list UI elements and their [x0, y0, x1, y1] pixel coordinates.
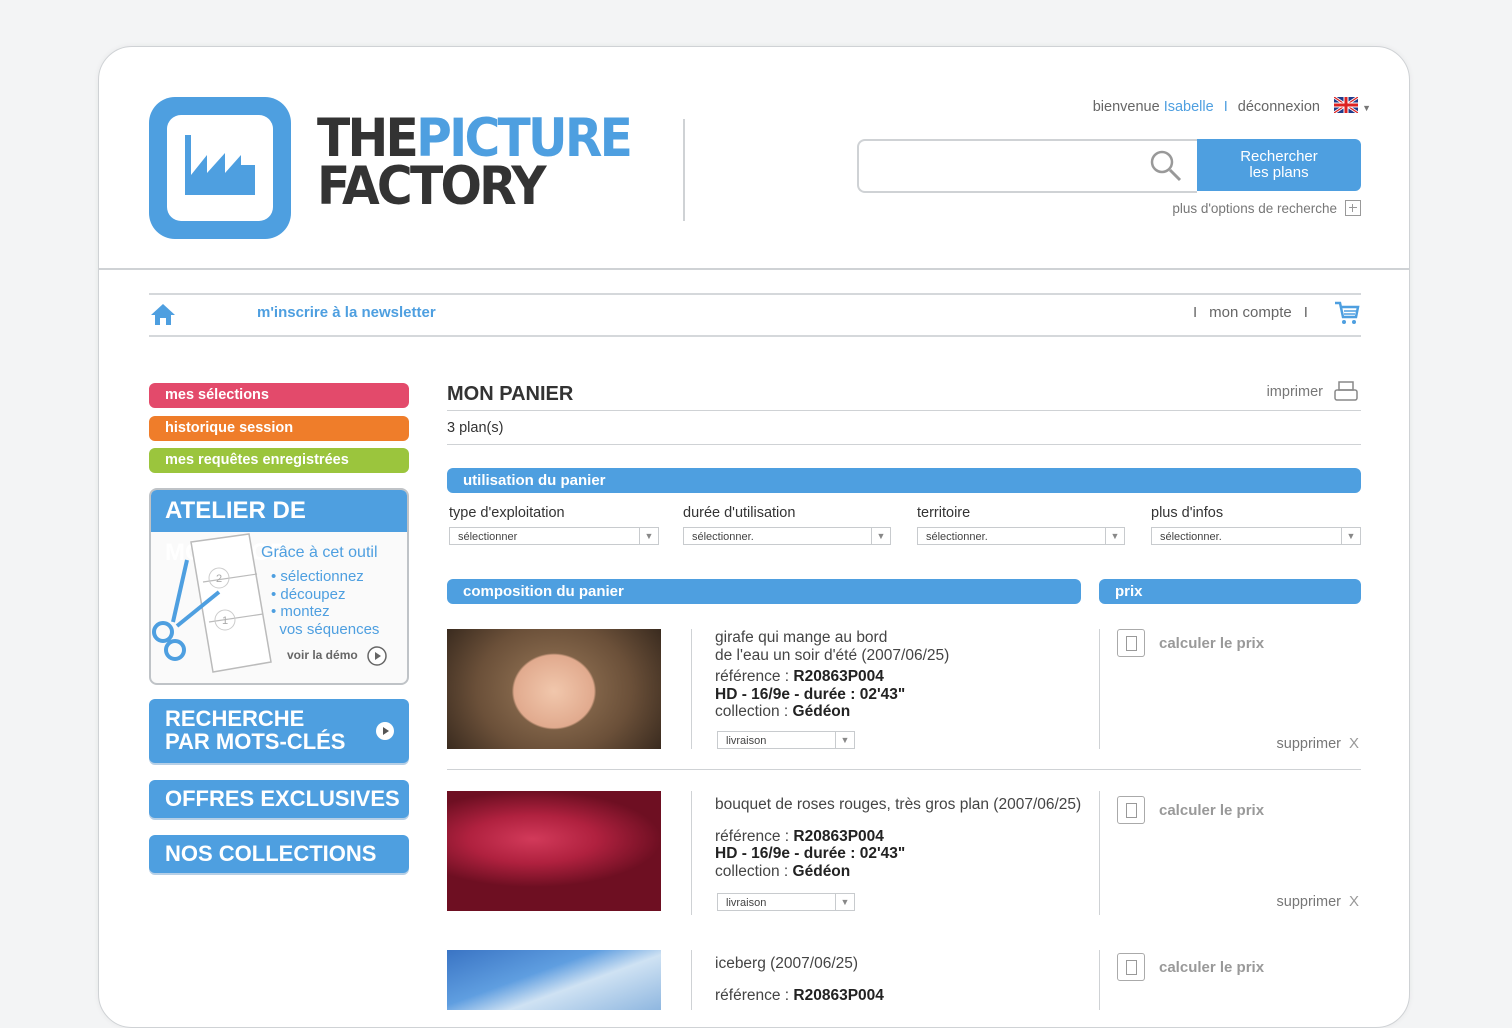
cart-icon[interactable] — [1333, 299, 1361, 327]
composition-section-header: composition du panier — [447, 579, 1081, 604]
filter-label: type d'exploitation — [449, 505, 565, 521]
item-description: girafe qui mange au bord de l'eau un soir… — [715, 629, 950, 720]
close-icon: X — [1348, 735, 1359, 752]
uk-flag-icon[interactable] — [1333, 95, 1359, 115]
chevron-down-icon: ▼ — [1105, 528, 1124, 544]
filter-label: durée d'utilisation — [683, 505, 796, 521]
item-thumbnail[interactable] — [447, 950, 661, 1010]
print-link[interactable]: imprimer — [1267, 380, 1359, 404]
demo-link[interactable]: voir la démo — [287, 646, 387, 666]
play-icon[interactable] — [375, 721, 395, 741]
svg-text:1: 1 — [222, 615, 228, 627]
item-description: iceberg (2007/06/25) référence : R20863P… — [715, 955, 884, 1004]
logo-icon[interactable] — [149, 97, 291, 239]
exploitation-type-select[interactable]: sélectionner ▼ — [449, 527, 659, 545]
price-section-header: prix — [1099, 579, 1361, 604]
usage-duration-select[interactable]: sélectionner. ▼ — [683, 527, 891, 545]
chevron-down-icon: ▼ — [639, 528, 658, 544]
more-info-select[interactable]: sélectionner. ▼ — [1151, 527, 1361, 545]
close-icon: X — [1348, 893, 1359, 910]
collections-button[interactable]: NOS COLLECTIONS — [149, 835, 409, 873]
my-selections-button[interactable]: mes sélections — [149, 383, 409, 408]
calculator-icon[interactable] — [1117, 629, 1145, 657]
workshop-subtitle: Grâce à cet outil — [261, 544, 378, 561]
page-title: MON PANIER — [447, 383, 574, 405]
workshop-title: ATELIER DE MONTAGE — [151, 490, 407, 566]
exclusive-offers-button[interactable]: OFFRES EXCLUSIVES ! — [149, 780, 409, 849]
calculate-price-button[interactable]: calculer le prix — [1117, 629, 1264, 657]
search-icon — [1150, 150, 1182, 182]
delete-item-button[interactable]: supprimer X — [1277, 735, 1359, 752]
delivery-select[interactable]: livraison ▼ — [717, 893, 855, 911]
calculator-icon[interactable] — [1117, 953, 1145, 981]
filter-label: territoire — [917, 505, 971, 521]
welcome-text: bienvenue — [1092, 99, 1160, 115]
newsletter-link[interactable]: m'inscrire à la newsletter — [257, 304, 436, 321]
chevron-down-icon: ▼ — [1341, 528, 1360, 544]
account-links: Imon compte I — [1193, 304, 1308, 321]
delivery-select[interactable]: livraison ▼ — [717, 731, 855, 749]
chevron-down-icon: ▼ — [835, 894, 854, 910]
usage-section-header: utilisation du panier — [447, 468, 1361, 493]
item-count: 3 plan(s) — [447, 420, 504, 436]
search-input[interactable] — [857, 139, 1197, 193]
editing-workshop-panel[interactable]: ATELIER DE MONTAGE 2 1 Grâce à cet outil… — [149, 488, 409, 685]
workshop-bullets: • sélectionnez • découpez • montez vos s… — [271, 568, 380, 638]
item-thumbnail[interactable] — [447, 629, 661, 749]
plus-icon[interactable] — [1345, 200, 1361, 216]
user-name-link[interactable]: Isabelle — [1164, 99, 1214, 115]
play-icon[interactable] — [367, 646, 387, 666]
delete-item-button[interactable]: supprimer X — [1277, 893, 1359, 910]
logo-wordmark[interactable]: THEPICTURE FACTORY — [317, 112, 633, 213]
item-description: bouquet de roses rouges, très gros plan … — [715, 796, 1082, 880]
calculate-price-button[interactable]: calculer le prix — [1117, 953, 1264, 981]
svg-text:2: 2 — [216, 573, 222, 585]
item-thumbnail[interactable] — [447, 791, 661, 911]
calculate-price-button[interactable]: calculer le prix — [1117, 796, 1264, 824]
more-search-options-link[interactable]: plus d'options de recherche — [1172, 200, 1361, 216]
search-button[interactable]: Rechercher les plans — [1197, 139, 1361, 191]
page-card: THEPICTURE FACTORY bienvenue Isabelle I … — [98, 46, 1410, 1028]
chevron-down-icon: ▼ — [835, 732, 854, 748]
header-divider — [683, 119, 685, 221]
my-account-link[interactable]: mon compte — [1209, 304, 1292, 321]
session-history-button[interactable]: historique session — [149, 416, 409, 441]
filter-label: plus d'infos — [1151, 505, 1224, 521]
home-icon[interactable] — [149, 302, 177, 326]
user-links: bienvenue Isabelle I déconnexion ▼ — [1092, 95, 1371, 115]
calculator-icon[interactable] — [1117, 796, 1145, 824]
keyword-search-button[interactable]: RECHERCHE PAR MOTS-CLÉS — [149, 699, 409, 763]
saved-queries-button[interactable]: mes requêtes enregistrées — [149, 448, 409, 473]
logout-link[interactable]: déconnexion — [1238, 99, 1320, 115]
printer-icon[interactable] — [1333, 380, 1359, 404]
chevron-down-icon: ▼ — [871, 528, 890, 544]
territory-select[interactable]: sélectionner. ▼ — [917, 527, 1125, 545]
language-dropdown-icon[interactable]: ▼ — [1362, 103, 1371, 113]
